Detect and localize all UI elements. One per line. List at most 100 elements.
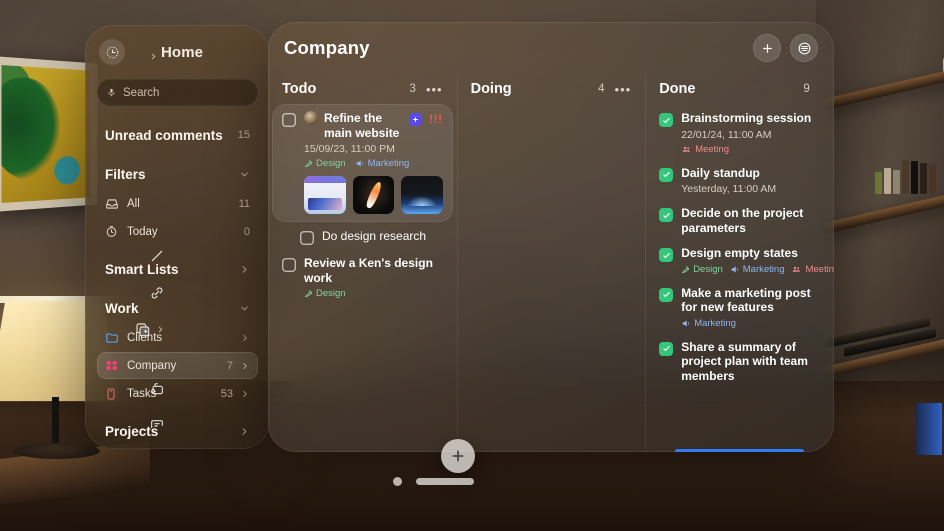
- sidebar-item-company[interactable]: Company 7: [97, 352, 258, 379]
- column-drop-indicator: [675, 449, 804, 452]
- task-attachments: [304, 176, 443, 214]
- tag-marketing: Marketing: [681, 318, 736, 329]
- board-panel: Company Todo 3 ••• Refine the mai: [268, 22, 834, 452]
- task-card[interactable]: Review a Ken's design work Design: [282, 249, 443, 303]
- task-card[interactable]: Daily standup Yesterday, 11:00 AM: [659, 159, 820, 200]
- task-title: Daily standup: [681, 166, 820, 181]
- column-header: Todo 3 •••: [282, 74, 443, 104]
- ellipsis-icon[interactable]: •••: [426, 82, 443, 97]
- task-card[interactable]: Share a summary of project plan with tea…: [659, 333, 820, 388]
- column-header: Doing 4 •••: [471, 74, 632, 104]
- task-checkbox[interactable]: [659, 288, 673, 302]
- task-tags: Marketing: [681, 318, 820, 329]
- tag-design: Design: [304, 158, 346, 169]
- filter-lines-icon[interactable]: [790, 34, 818, 62]
- page-indicator[interactable]: [393, 477, 402, 486]
- sidebar-group-smart-lists[interactable]: Smart Lists: [97, 254, 258, 284]
- chevron-right-icon: [239, 264, 250, 275]
- column-done: Done 9 Brainstorming session 22/01/24, 1…: [645, 74, 834, 452]
- books-group: [875, 160, 936, 194]
- task-card[interactable]: Refine the main website !!! 15/09/23, 11…: [272, 104, 453, 222]
- purple-square-icon[interactable]: [409, 113, 422, 126]
- sidebar-work-label: Work: [105, 301, 239, 316]
- task-card[interactable]: Make a marketing post for new features M…: [659, 279, 820, 333]
- add-task-fab[interactable]: [441, 439, 475, 473]
- task-card[interactable]: Decide on the project parameters: [659, 199, 820, 239]
- task-checkbox[interactable]: [659, 168, 673, 182]
- chevron-right-icon: [156, 325, 165, 334]
- attachment-thumbnail[interactable]: [304, 176, 346, 214]
- sidebar-item-tasks[interactable]: Tasks 53: [97, 380, 258, 407]
- sidebar-item-count: 7: [227, 360, 233, 372]
- task-checkbox[interactable]: [659, 248, 673, 262]
- sidebar-group-filters[interactable]: Filters: [97, 159, 258, 189]
- ellipsis-icon[interactable]: •••: [615, 82, 632, 97]
- sidebar-item-unread-comments[interactable]: Unread comments 15: [97, 120, 258, 150]
- comment-icon: [149, 418, 165, 429]
- tag-label: Design: [693, 264, 723, 275]
- attachment-thumbnail[interactable]: [401, 176, 443, 214]
- column-count: 9: [803, 83, 809, 95]
- task-checkbox[interactable]: [300, 231, 314, 245]
- task-card[interactable]: Brainstorming session 22/01/24, 11:00 AM…: [659, 104, 820, 159]
- sidebar-item-today[interactable]: Today 0: [97, 218, 258, 245]
- sidebar-filters-label: Filters: [105, 167, 239, 182]
- window-grabber[interactable]: [416, 478, 474, 485]
- task-title: Refine the main website: [324, 111, 404, 140]
- sidebar-item-all[interactable]: All 11: [97, 190, 258, 217]
- sidebar-item-clients[interactable]: Clients: [97, 324, 258, 351]
- list-icon: [105, 359, 120, 372]
- task-checkbox[interactable]: [659, 342, 673, 356]
- duplicate-icon: [135, 322, 151, 338]
- task-flags: !!!: [409, 112, 443, 126]
- board-header: Company: [268, 22, 834, 74]
- task-checkbox[interactable]: [659, 208, 673, 222]
- task-title: Brainstorming session: [681, 111, 820, 126]
- sidebar: Home Search Unread comments 15 Filters A…: [85, 25, 270, 449]
- column-count: 4: [598, 83, 604, 95]
- attachment-thumbnail[interactable]: [353, 176, 395, 214]
- tag-marketing: Marketing: [730, 264, 785, 275]
- add-task-button[interactable]: [753, 34, 781, 62]
- task-title: Make a marketing post for new features: [681, 286, 820, 315]
- framed-artwork: [0, 56, 97, 212]
- link-icon: [149, 285, 165, 301]
- task-tags: Meeting: [681, 144, 820, 155]
- clock-icon: [105, 225, 120, 238]
- sidebar-item-count: 0: [244, 226, 250, 238]
- tag-marketing: Marketing: [355, 158, 410, 169]
- task-tags: Design Marketing Meeting: [681, 264, 820, 275]
- pencil-icon: [149, 248, 165, 264]
- task-card[interactable]: Design empty states Design Marketing: [659, 239, 820, 279]
- tag-meeting: Meeting: [681, 144, 729, 155]
- tag-label: Marketing: [368, 158, 410, 169]
- chevron-right-icon: [240, 389, 250, 399]
- column-header: Done 9: [659, 74, 820, 104]
- task-checkbox[interactable]: [282, 258, 296, 272]
- page-title: Home: [161, 44, 203, 61]
- task-date: 22/01/24, 11:00 AM: [681, 129, 820, 141]
- column-todo: Todo 3 ••• Refine the main website !!!: [268, 74, 457, 452]
- sidebar-group-projects[interactable]: Projects: [97, 416, 258, 446]
- task-card[interactable]: Do design research: [282, 222, 443, 249]
- sidebar-group-work[interactable]: Work: [97, 293, 258, 323]
- book-icon: [105, 387, 120, 401]
- clock-dial-icon[interactable]: [99, 39, 125, 65]
- sidebar-unread-label: Unread comments: [105, 128, 238, 143]
- sidebar-item-label: All: [127, 198, 239, 210]
- task-checkbox[interactable]: [659, 113, 673, 127]
- task-tags: Design Marketing: [304, 158, 443, 169]
- task-tags: Design: [304, 288, 443, 299]
- sidebar-item-count: 11: [239, 198, 250, 210]
- sidebar-header: Home: [97, 25, 258, 75]
- column-doing: Doing 4 •••: [457, 74, 646, 452]
- sidebar-projects-label: Projects: [105, 424, 239, 439]
- tag-label: Design: [316, 158, 346, 169]
- tag-label: Meeting: [805, 264, 834, 275]
- task-checkbox[interactable]: [282, 113, 296, 127]
- sidebar-unread-count: 15: [238, 129, 250, 141]
- task-title: Review a Ken's design work: [304, 256, 443, 285]
- search-input[interactable]: Search: [97, 79, 258, 106]
- folder-icon: [105, 331, 120, 345]
- column-title: Done: [659, 81, 803, 97]
